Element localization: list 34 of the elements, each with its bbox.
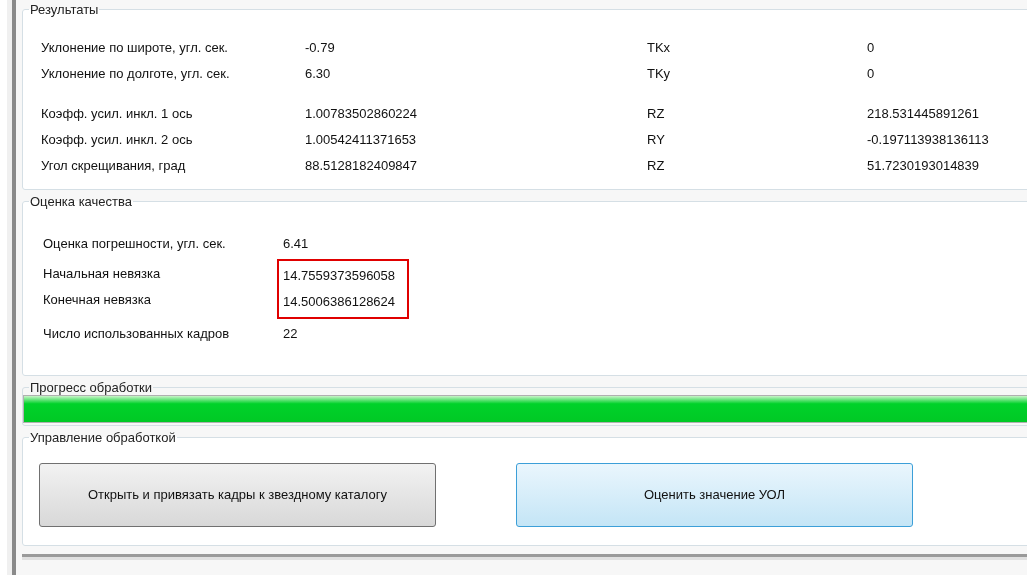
group-title: Прогресс обработки: [29, 380, 154, 395]
field-value: 14.7559373596058: [283, 267, 396, 286]
field-value: 88.5128182409847: [305, 157, 419, 176]
group-title: Управление обработкой: [29, 430, 177, 445]
field-label: Уклонение по широте, угл. сек.: [41, 39, 229, 58]
field-value: -0.197113938136113: [867, 131, 989, 150]
field-label: RZ: [647, 105, 666, 124]
field-value: 22: [283, 325, 298, 344]
field-label: TKy: [647, 65, 672, 84]
group-title: Результаты: [29, 2, 100, 17]
field-value: 6.41: [283, 235, 309, 254]
field-value: 1.00783502860224: [305, 105, 419, 124]
field-value: 1.00542411371653: [305, 131, 418, 150]
field-label: Начальная невязка: [43, 265, 162, 284]
field-label: RZ: [647, 157, 666, 176]
action-button[interactable]: Оценить значение УОЛ: [516, 463, 913, 527]
field-value: 0: [867, 39, 875, 58]
field-value: 14.5006386128624: [283, 293, 396, 312]
field-label: RY: [647, 131, 666, 150]
group-title: Оценка качества: [29, 194, 133, 209]
field-label: TKx: [647, 39, 672, 58]
field-label: Конечная невязка: [43, 291, 152, 310]
field-value: -0.79: [305, 39, 336, 58]
field-label: Коэфф. усил. инкл. 1 ось: [41, 105, 194, 124]
field-label: Оценка погрешности, угл. сек.: [43, 235, 227, 254]
field-value: 6.30: [305, 65, 332, 84]
field-label: Уклонение по долготе, угл. сек.: [41, 65, 231, 84]
field-label: Число использованных кадров: [43, 325, 231, 344]
field-label: Коэфф. усил. инкл. 2 ось: [41, 131, 194, 150]
field-value: 0: [867, 65, 875, 84]
action-button[interactable]: Открыть и привязать кадры к звездному каталогу: [39, 463, 436, 527]
field-value: 218.531445891261: [867, 105, 980, 124]
field-value: 51.7230193014839: [867, 157, 980, 176]
field-label: Угол скрещивания, град: [41, 157, 187, 176]
